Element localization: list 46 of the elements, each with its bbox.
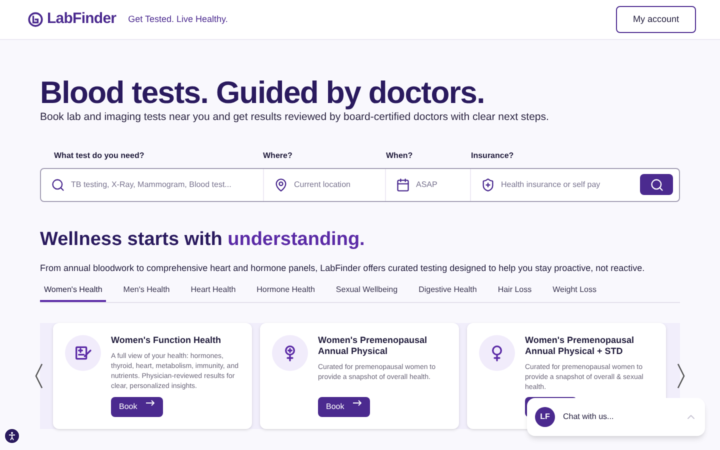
category-tab[interactable]: Sexual Wellbeing — [332, 284, 402, 302]
book-button[interactable]: Book — [318, 396, 370, 417]
next-arrow[interactable] — [676, 362, 686, 390]
search-field[interactable]: TB testing, X-Ray, Mammogram, Blood test... — [71, 178, 263, 191]
card-title: Women's Premenopausal Annual Physical — [318, 334, 428, 357]
logo-icon — [28, 12, 43, 27]
tagline: Get Tested. Live Healthy. — [128, 12, 228, 26]
field-label: Where? — [263, 150, 294, 162]
logo-text[interactable]: LabFinder — [47, 8, 116, 31]
card-title: Women's Premenopausal Annual Physical + STD — [525, 334, 636, 357]
chevron-right-icon — [676, 362, 686, 390]
card-title: Women's Function Health — [111, 334, 222, 346]
field-label: What test do you need? — [54, 150, 146, 162]
search-icon — [51, 178, 65, 192]
arrow-right-icon — [353, 400, 362, 406]
category-tab[interactable]: Heart Health — [186, 284, 240, 302]
category-tab[interactable]: Hormone Health — [252, 284, 319, 302]
map-pin-icon — [274, 178, 288, 192]
shield-icon — [481, 178, 495, 192]
account-button[interactable]: My account — [616, 6, 696, 34]
search-field[interactable]: ASAP — [416, 178, 470, 191]
field-label: Insurance? — [471, 150, 514, 162]
search-button[interactable] — [640, 174, 673, 196]
category-tab[interactable]: Hair Loss — [494, 284, 536, 302]
search-field[interactable]: Current location — [294, 178, 385, 191]
category-tab[interactable]: Women's Health — [40, 284, 106, 302]
previous-arrow[interactable] — [34, 362, 44, 390]
chat-prompt: Chat with us... — [563, 411, 615, 423]
accessibility-icon — [7, 431, 17, 441]
chat-avatar: LF — [535, 407, 555, 427]
chevron-left-icon — [34, 362, 44, 390]
category-tab[interactable]: Weight Loss — [548, 284, 600, 302]
section-heading: Wellness starts with understanding. — [40, 228, 366, 252]
book-button[interactable]: Book — [111, 396, 163, 417]
category-tab[interactable]: Digestive Health — [414, 284, 481, 302]
search-icon — [650, 178, 664, 192]
field-label: When? — [386, 150, 414, 162]
calendar-icon — [396, 178, 410, 192]
search-field[interactable]: Health insurance or self pay — [501, 178, 640, 191]
chat-toast[interactable]: LF Chat with us... — [527, 398, 705, 436]
accessibility-button[interactable] — [4, 428, 20, 444]
hero-title: Blood tests. Guided by doctors. — [40, 76, 486, 110]
hero-subtitle: Book lab and imaging tests near you and get results reviewed by board-certified doctors with clear next steps. — [40, 110, 550, 125]
section-intro: From annual bloodwork to comprehensive heart and hormone panels, LabFinder offers curated testing designed to help you stay proactive, not reactive. — [40, 262, 646, 276]
category-tab[interactable]: Men's Health — [119, 284, 174, 302]
arrow-right-icon — [146, 400, 155, 406]
